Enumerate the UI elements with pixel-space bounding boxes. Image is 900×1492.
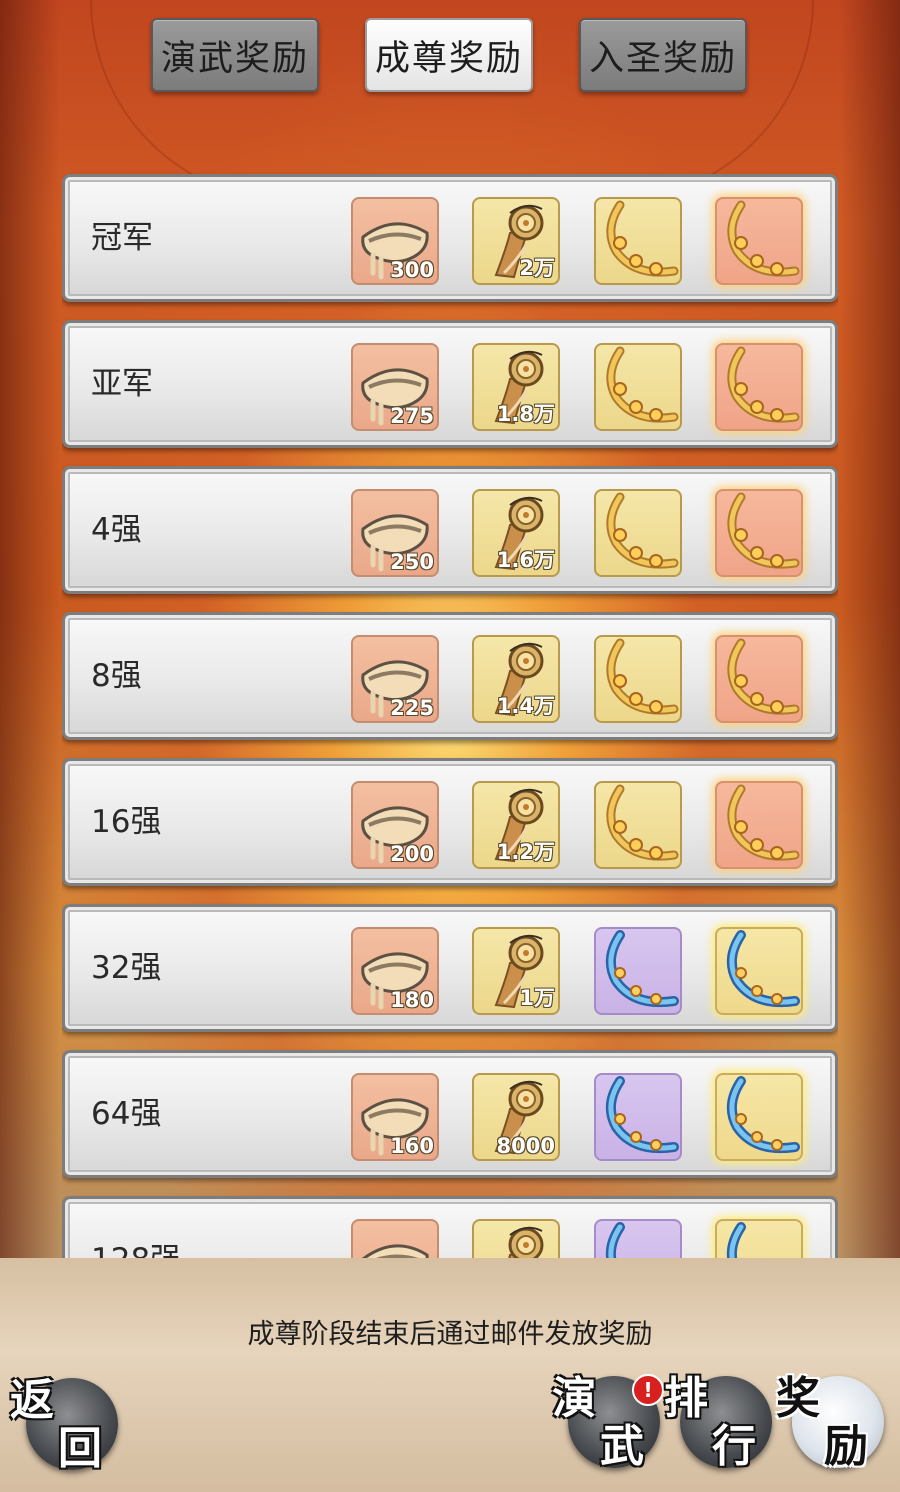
rank-label: 128强: [91, 1199, 181, 1258]
reward-item-slot[interactable]: [715, 781, 803, 869]
item-count: 1.4万: [496, 694, 555, 718]
reward-item-slot[interactable]: [594, 197, 682, 285]
right-pillar-decoration: [840, 0, 900, 1260]
reward-list[interactable]: 冠军 300 2万亚军 275 1.8万 4强 250 1.6万 8强 225 1.4万 16强 200…: [62, 170, 838, 1258]
ranking-char-2: 行: [712, 1421, 756, 1472]
reward-item-slot[interactable]: 1.2万: [472, 781, 560, 869]
reward-item-slot[interactable]: [715, 635, 803, 723]
item-count: 225: [390, 696, 434, 720]
reward-item-slot[interactable]: 300: [351, 197, 439, 285]
rewards-button[interactable]: 奖 励: [776, 1373, 884, 1472]
yanwu-char-1: 演: [552, 1373, 596, 1424]
reward-item-slot[interactable]: 200: [351, 781, 439, 869]
item-count: 1.2万: [496, 840, 555, 864]
back-char-2: 回: [58, 1423, 102, 1474]
mail-notice-text: 成尊阶段结束后通过邮件发放奖励: [247, 1319, 653, 1350]
reward-item-slot[interactable]: 1万: [472, 927, 560, 1015]
reward-item-slot[interactable]: [715, 927, 803, 1015]
item-count: 1.8万: [496, 402, 555, 426]
reward-row: 亚军 275 1.8万: [62, 320, 838, 448]
reward-row: 冠军 300 2万: [62, 174, 838, 302]
reward-item-slot[interactable]: 8000: [472, 1073, 560, 1161]
reward-item-slot[interactable]: 2万: [472, 197, 560, 285]
rank-label: 8强: [91, 658, 142, 694]
reward-item-slot[interactable]: [715, 1073, 803, 1161]
rewards-char-1: 奖: [776, 1373, 820, 1424]
reward-item-slot[interactable]: 250: [351, 489, 439, 577]
reward-item-slot[interactable]: [472, 1219, 560, 1258]
item-count: 180: [390, 988, 434, 1012]
reward-item-slot[interactable]: [594, 1219, 682, 1258]
item-count: 8000: [496, 1134, 555, 1158]
rewards-char-2: 励: [824, 1421, 868, 1472]
rank-label: 4强: [91, 512, 142, 548]
reward-item-slot[interactable]: 160: [351, 1073, 439, 1161]
reward-row: 128强: [62, 1196, 838, 1258]
reward-item-slot[interactable]: [715, 489, 803, 577]
reward-row: 8强 225 1.4万: [62, 612, 838, 740]
yanwu-char-2: 武: [600, 1421, 644, 1472]
item-count: 160: [390, 1134, 434, 1158]
reward-item-slot[interactable]: 275: [351, 343, 439, 431]
bottom-bar: [0, 1258, 900, 1492]
reward-tabs: 演武奖励 成尊奖励 入圣奖励: [0, 18, 900, 98]
reward-item-slot[interactable]: [594, 1073, 682, 1161]
reward-item-slot[interactable]: 1.6万: [472, 489, 560, 577]
item-count: 1万: [519, 986, 555, 1010]
item-count: 300: [390, 258, 434, 282]
reward-item-slot[interactable]: 1.8万: [472, 343, 560, 431]
rank-label: 亚军: [91, 366, 153, 402]
reward-item-slot[interactable]: [715, 197, 803, 285]
reward-item-slot[interactable]: [594, 343, 682, 431]
item-count: 2万: [519, 256, 555, 280]
rank-label: 16强: [91, 804, 162, 840]
reward-item-slot[interactable]: [594, 635, 682, 723]
reward-row: 4强 250 1.6万: [62, 466, 838, 594]
ranking-button[interactable]: 排 行: [664, 1373, 772, 1472]
reward-item-slot[interactable]: [594, 781, 682, 869]
notification-badge: !: [632, 1374, 664, 1406]
rank-label: 32强: [91, 950, 162, 986]
reward-item-slot[interactable]: 225: [351, 635, 439, 723]
item-count: 275: [390, 404, 434, 428]
reward-item-slot[interactable]: [715, 1219, 803, 1258]
tab-rusheng-rewards[interactable]: 入圣奖励: [579, 18, 747, 92]
back-button[interactable]: 返 回: [10, 1375, 118, 1474]
left-pillar-decoration: [0, 0, 60, 1260]
item-count: 1.6万: [496, 548, 555, 572]
ranking-char-1: 排: [664, 1373, 708, 1424]
reward-item-slot[interactable]: 180: [351, 927, 439, 1015]
reward-item-slot[interactable]: [715, 343, 803, 431]
reward-item-slot[interactable]: [594, 927, 682, 1015]
reward-row: 32强 180 1万: [62, 904, 838, 1032]
reward-item-slot[interactable]: [351, 1219, 439, 1258]
rank-label: 64强: [91, 1096, 162, 1132]
tab-yanwu-rewards[interactable]: 演武奖励: [151, 18, 319, 92]
reward-item-slot[interactable]: 1.4万: [472, 635, 560, 723]
reward-row: 16强 200 1.2万: [62, 758, 838, 886]
reward-row: 64强 160 8000: [62, 1050, 838, 1178]
rank-label: 冠军: [91, 220, 153, 256]
item-count: 200: [390, 842, 434, 866]
tab-chengzun-rewards[interactable]: 成尊奖励: [365, 18, 533, 92]
item-count: 250: [390, 550, 434, 574]
back-char-1: 返: [10, 1375, 54, 1426]
reward-item-slot[interactable]: [594, 489, 682, 577]
